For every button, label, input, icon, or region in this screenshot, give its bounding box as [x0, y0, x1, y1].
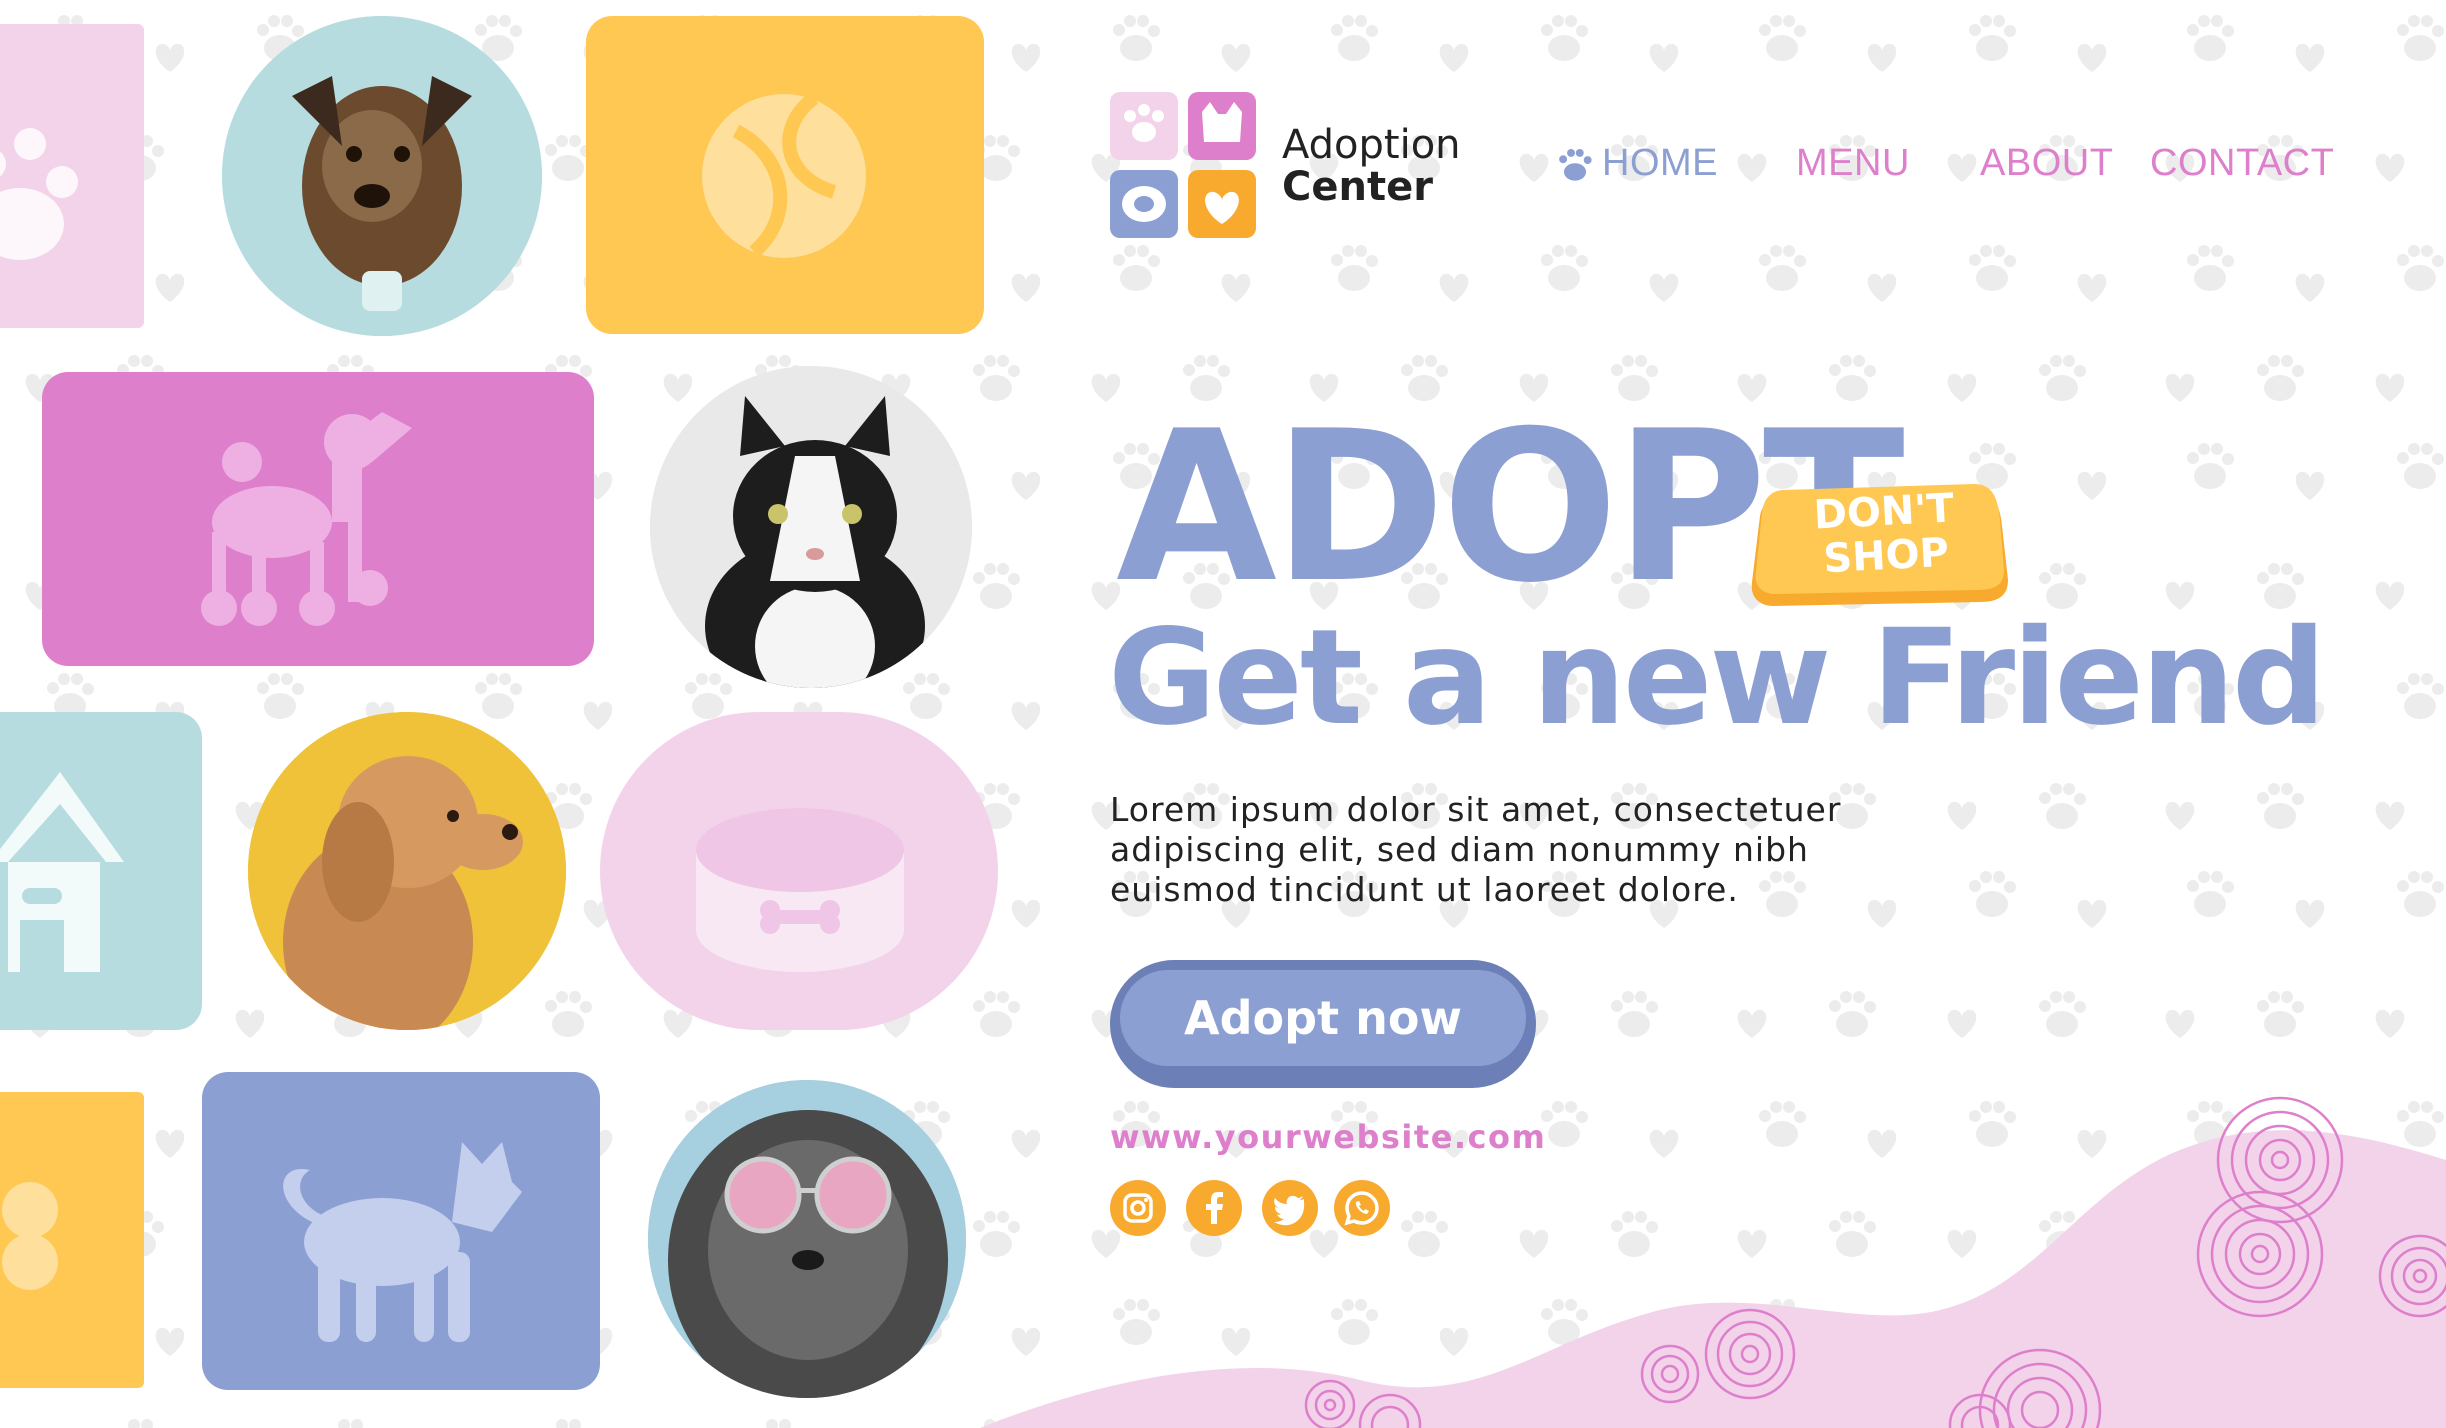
- nav-home-label: HOME: [1602, 142, 1718, 184]
- logo-wordmark: Adoption Center: [1282, 124, 1461, 208]
- description-line-2: adipiscing elit, sed diam nonummy nibh: [1110, 830, 1809, 869]
- nav-contact-link[interactable]: CONTACT: [2150, 142, 2334, 185]
- poodle-icon: [201, 412, 412, 626]
- adoption-center-logo[interactable]: [1110, 92, 1260, 242]
- adopt-now-label: Adopt now: [1120, 970, 1526, 1066]
- hero-subheadline: Get a new Friend: [1108, 601, 2326, 755]
- pink-wave-decoration: [980, 1096, 2446, 1428]
- description-line-1: Lorem ipsum dolor sit amet, consectetuer: [1110, 790, 1842, 829]
- logo-line-1: Adoption: [1282, 122, 1461, 168]
- pet-bowl-icon: [696, 808, 904, 972]
- cat-photo: [650, 366, 972, 688]
- shihtzu-photo-circle: [648, 1080, 966, 1398]
- tennis-ball-icon: [702, 92, 866, 258]
- bone-toy-icon: [2, 1182, 58, 1290]
- pet-adoption-logo-icon: [1110, 92, 1256, 238]
- nav-about-link[interactable]: ABOUT: [1980, 142, 2113, 185]
- blue-husky-tile: [202, 1072, 600, 1390]
- cat-photo-circle: [650, 366, 972, 688]
- description-line-3: euismod tincidunt ut laoreet dolore.: [1110, 870, 1739, 909]
- poodle-photo: [248, 712, 566, 1030]
- dog-photo-circle: [222, 16, 542, 336]
- pink-paw-tile: [0, 24, 144, 328]
- paw-icon: [0, 128, 78, 260]
- pink-poodle-tile: [42, 372, 594, 666]
- dog-with-glasses-photo: [648, 1080, 966, 1398]
- adopt-now-button[interactable]: Adopt now: [1110, 960, 1536, 1090]
- hero-description: Lorem ipsum dolor sit amet, consectetuer…: [1110, 790, 1930, 910]
- badge-line-1: DON'T: [1812, 485, 1956, 539]
- logo-line-2: Center: [1282, 164, 1433, 210]
- teal-doghouse-tile: [0, 712, 202, 1030]
- dog-photo: [222, 16, 542, 336]
- doghouse-icon: [0, 772, 124, 972]
- paw-icon: [1559, 148, 1592, 181]
- yellow-toy-tile: [0, 1092, 144, 1388]
- husky-icon: [283, 1142, 522, 1342]
- nav-menu-link[interactable]: MENU: [1796, 142, 1910, 185]
- pink-bowl-tile: [600, 712, 998, 1030]
- poodle-photo-circle: [248, 712, 566, 1030]
- yellow-ball-tile: [586, 16, 984, 334]
- badge-text: DON'T SHOP: [1788, 485, 1982, 583]
- nav-home-link[interactable]: HOME: [1556, 142, 1718, 185]
